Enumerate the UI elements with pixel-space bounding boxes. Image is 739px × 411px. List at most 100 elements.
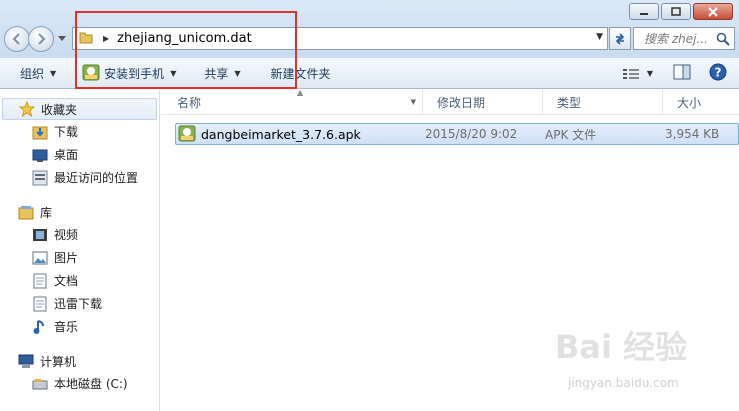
install-label: 安装到手机 — [104, 66, 165, 81]
file-row[interactable]: dangbeimarket_3.7.6.apk 2015/8/20 9:02 A… — [175, 123, 739, 145]
maximize-icon — [671, 7, 681, 16]
chevron-down-icon — [58, 36, 66, 41]
refresh-icon — [615, 32, 625, 45]
navigation-pane: 收藏夹 下载 桌面 最近访问的位置 库 视频 图片 文档 迅雷下载 音乐 计算机… — [0, 90, 160, 411]
close-icon — [708, 6, 718, 17]
thunder-downloads-icon — [32, 296, 48, 312]
organize-label: 组织 — [20, 66, 45, 81]
computer-icon — [18, 353, 34, 369]
column-header-name[interactable]: ▲ 名称 ▼ — [161, 88, 423, 115]
videos-icon — [32, 227, 48, 243]
new-folder-label: 新建文件夹 — [270, 66, 331, 81]
nav-item-label: 下载 — [54, 125, 79, 139]
nav-computer-label: 计算机 — [40, 354, 77, 369]
nav-item-recent-places[interactable]: 最近访问的位置 — [0, 166, 159, 189]
command-bar: 组织 ▼ 安装到手机 ▼ 共享 ▼ 新建文件夹 ▼ ? — [0, 58, 739, 89]
column-header-type[interactable]: 类型 — [543, 90, 663, 115]
recent-pages-dropdown[interactable] — [56, 36, 68, 42]
sort-ascending-icon: ▲ — [297, 88, 304, 97]
nav-item-videos[interactable]: 视频 — [0, 223, 159, 246]
nav-item-music[interactable]: 音乐 — [0, 315, 159, 338]
nav-computer[interactable]: 计算机 — [0, 350, 159, 372]
pictures-icon — [32, 250, 48, 266]
column-header-date[interactable]: 修改日期 — [423, 90, 543, 115]
organize-button[interactable]: 组织 ▼ — [20, 58, 56, 88]
window-controls — [629, 3, 733, 20]
close-button[interactable] — [693, 3, 733, 20]
library-icon — [18, 204, 34, 220]
share-button[interactable]: 共享 ▼ — [204, 58, 240, 88]
forward-arrow-icon — [38, 33, 46, 45]
chevron-down-icon: ▼ — [234, 68, 241, 78]
watermark-url: jingyan.baidu.com — [568, 376, 679, 390]
address-bar[interactable]: ▶ zhejiang_unicom.dat ▼ — [72, 27, 608, 50]
watermark-logo: Bai 经验 — [555, 328, 688, 366]
local-disk-icon — [32, 376, 48, 392]
folder-icon — [79, 30, 93, 47]
desktop-icon — [32, 147, 48, 163]
nav-item-label: 本地磁盘 (C:) — [54, 377, 128, 391]
nav-item-local-disk-c[interactable]: 本地磁盘 (C:) — [0, 372, 159, 395]
nav-item-label: 视频 — [54, 228, 79, 242]
column-header-size[interactable]: 大小 — [663, 90, 739, 115]
nav-favorites[interactable]: 收藏夹 — [2, 98, 157, 120]
nav-item-thunder-downloads[interactable]: 迅雷下载 — [0, 292, 159, 315]
file-type: APK 文件 — [545, 127, 597, 142]
nav-item-label: 音乐 — [54, 320, 79, 334]
back-arrow-icon — [12, 33, 20, 45]
navigation-buttons — [4, 26, 68, 52]
file-name-cell: dangbeimarket_3.7.6.apk — [176, 124, 425, 145]
breadcrumb-separator-icon[interactable]: ▶ — [103, 34, 109, 43]
forward-button[interactable] — [28, 26, 54, 52]
column-header-label: 修改日期 — [437, 96, 486, 110]
svg-text:?: ? — [715, 66, 722, 80]
nav-item-documents[interactable]: 文档 — [0, 269, 159, 292]
chevron-down-icon: ▼ — [170, 68, 177, 78]
nav-item-label: 最近访问的位置 — [54, 171, 139, 185]
minimize-button[interactable] — [629, 3, 659, 20]
address-history-dropdown[interactable]: ▼ — [596, 32, 603, 42]
chevron-down-icon: ▼ — [646, 69, 653, 78]
nav-item-label: 文档 — [54, 274, 79, 288]
android-apk-icon — [178, 124, 196, 145]
share-label: 共享 — [204, 66, 229, 81]
column-header-label: 类型 — [557, 96, 582, 110]
nav-libraries-label: 库 — [40, 205, 53, 220]
file-name: dangbeimarket_3.7.6.apk — [201, 126, 361, 142]
nav-favorites-label: 收藏夹 — [41, 102, 78, 117]
back-button[interactable] — [4, 26, 30, 52]
help-icon: ? — [709, 63, 727, 81]
nav-item-pictures[interactable]: 图片 — [0, 246, 159, 269]
title-bar: ▶ zhejiang_unicom.dat ▼ 搜索 zhej... — [0, 0, 739, 58]
help-button[interactable]: ? — [709, 63, 727, 84]
column-header-label: 大小 — [677, 96, 702, 110]
nav-item-label: 桌面 — [54, 148, 79, 162]
column-header-row: ▲ 名称 ▼ 修改日期 类型 大小 — [161, 88, 739, 115]
search-icon[interactable] — [716, 32, 730, 49]
file-date: 2015/8/20 9:02 — [425, 127, 518, 141]
install-to-phone-button[interactable]: 安装到手机 ▼ — [82, 58, 176, 88]
nav-item-downloads[interactable]: 下载 — [0, 120, 159, 143]
minimize-icon — [640, 12, 648, 15]
android-apk-icon — [82, 63, 100, 84]
nav-item-label: 迅雷下载 — [54, 297, 103, 311]
chevron-down-icon[interactable]: ▼ — [411, 98, 416, 106]
breadcrumb-current-folder[interactable]: zhejiang_unicom.dat — [117, 31, 252, 46]
preview-pane-button[interactable] — [673, 64, 691, 83]
search-input[interactable]: 搜索 zhej... — [633, 27, 735, 50]
chevron-down-icon: ▼ — [50, 68, 57, 78]
music-icon — [32, 319, 48, 335]
change-view-button[interactable]: ▼ — [622, 68, 653, 80]
view-list-icon — [622, 68, 639, 79]
maximize-button[interactable] — [661, 3, 691, 20]
downloads-folder-icon — [32, 124, 48, 140]
nav-libraries[interactable]: 库 — [0, 201, 159, 223]
refresh-button[interactable] — [609, 27, 631, 50]
new-folder-button[interactable]: 新建文件夹 — [271, 58, 331, 88]
preview-pane-icon — [673, 64, 691, 80]
nav-item-desktop[interactable]: 桌面 — [0, 143, 159, 166]
search-placeholder: 搜索 zhej... — [644, 32, 708, 46]
star-icon — [19, 101, 35, 117]
recent-places-icon — [32, 170, 48, 186]
file-size: 3,954 KB — [665, 127, 720, 141]
